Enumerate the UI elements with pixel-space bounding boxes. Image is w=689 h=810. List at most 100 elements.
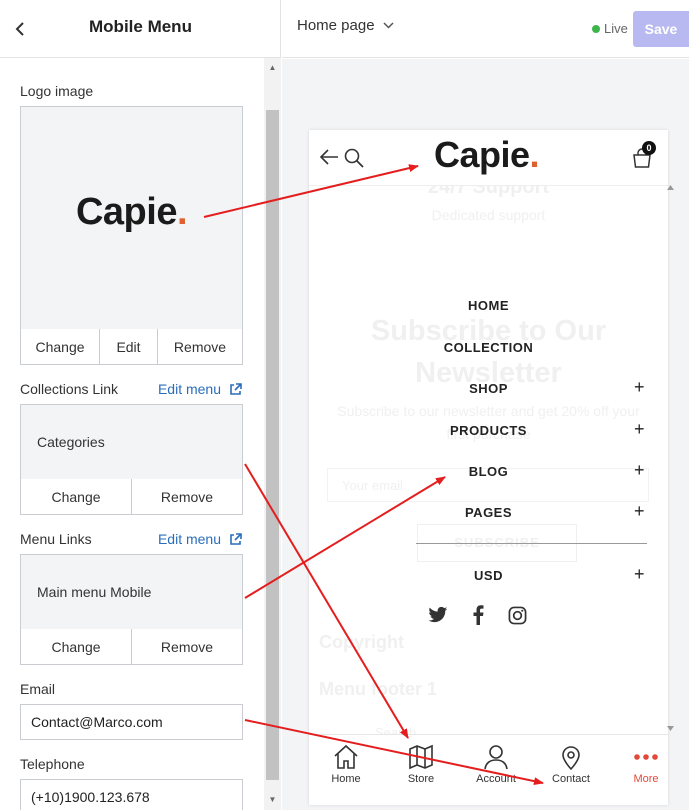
- logo-preview-box: Capie.: [20, 106, 243, 330]
- social-links: [428, 605, 527, 625]
- edit-menu-label: Edit menu: [157, 531, 221, 547]
- plus-icon[interactable]: +: [634, 419, 645, 440]
- collections-link-label: Collections Link: [20, 381, 119, 397]
- logo-change-button[interactable]: Change: [21, 329, 100, 364]
- email-label: Email: [20, 681, 56, 697]
- search-icon[interactable]: [343, 147, 365, 169]
- live-status-label: Live: [604, 21, 628, 36]
- collections-remove-button[interactable]: Remove: [132, 479, 242, 514]
- bottom-nav-store[interactable]: Store: [385, 743, 457, 785]
- menu-links-remove-button[interactable]: Remove: [132, 629, 242, 664]
- edit-menu-label: Edit menu: [157, 381, 221, 397]
- menu-links-edit-menu-link[interactable]: Edit menu: [158, 531, 242, 547]
- menu-item-label: USD: [474, 568, 503, 583]
- preview-scrollbar[interactable]: [666, 185, 675, 735]
- logo-image-label: Logo image: [20, 83, 94, 99]
- collections-actions: Change Remove: [20, 479, 243, 515]
- bottom-nav-label: Home: [331, 773, 361, 785]
- collections-link-box: Categories: [20, 404, 243, 480]
- user-icon: [484, 745, 508, 770]
- mobile-menu-item-collection[interactable]: COLLECTION: [309, 338, 668, 358]
- menu-item-label: COLLECTION: [443, 340, 534, 355]
- mobile-bottom-nav: Home Store Account Contact More: [309, 734, 668, 805]
- menu-item-label: PRODUCTS: [450, 423, 527, 438]
- facebook-icon[interactable]: [472, 605, 484, 625]
- bg-copyright: Copyright: [319, 632, 404, 652]
- mobile-menu-item-blog[interactable]: BLOG +: [309, 460, 668, 482]
- menu-links-label: Menu Links: [20, 531, 92, 547]
- twitter-icon[interactable]: [428, 606, 448, 624]
- mobile-preview: 24/7 Support Dedicated support Subscribe…: [309, 130, 668, 805]
- menu-links-value: Main menu Mobile: [37, 584, 152, 600]
- cart-count-badge: 0: [642, 141, 656, 155]
- menu-divider: [416, 543, 647, 544]
- mobile-logo[interactable]: Capie.: [434, 134, 540, 176]
- panel-title: Mobile Menu: [89, 17, 192, 36]
- panel-scroll-area: Logo image Capie. Change Edit Remove Col…: [0, 58, 264, 810]
- bg-support-sub: Dedicated support: [431, 207, 546, 223]
- more-dots-icon: [634, 754, 658, 760]
- logo-actions: Change Edit Remove: [20, 329, 243, 365]
- mobile-logo-dot: .: [529, 134, 540, 175]
- map-icon: [409, 744, 433, 770]
- preview-toolbar: Home page Live Save: [282, 0, 689, 58]
- menu-links-change-button[interactable]: Change: [21, 629, 132, 664]
- logo-remove-button[interactable]: Remove: [158, 329, 242, 364]
- location-pin-icon: [562, 746, 580, 771]
- mobile-menu-item-products[interactable]: PRODUCTS +: [309, 419, 668, 441]
- page-selector[interactable]: Home page: [297, 17, 394, 34]
- external-link-icon: [230, 382, 242, 395]
- mobile-menu-item-home[interactable]: HOME: [309, 296, 668, 316]
- collections-change-button[interactable]: Change: [21, 479, 132, 514]
- logo-word: Capie: [75, 191, 177, 233]
- bg-footer-menu: Menu footer 1: [319, 679, 438, 699]
- scroll-up-arrow-icon[interactable]: ▲: [264, 60, 281, 76]
- menu-item-label: PAGES: [464, 505, 513, 520]
- menu-item-label: HOME: [468, 298, 509, 313]
- panel-header: Mobile Menu: [0, 0, 281, 58]
- collections-link-value: Categories: [37, 434, 105, 450]
- live-dot-icon: [592, 24, 600, 33]
- plus-icon[interactable]: +: [634, 460, 645, 481]
- bottom-nav-label: Store: [407, 773, 435, 785]
- collections-edit-menu-link[interactable]: Edit menu: [158, 381, 242, 397]
- plus-icon[interactable]: +: [634, 501, 645, 522]
- scroll-down-arrow-icon[interactable]: ▼: [264, 792, 281, 808]
- mobile-logo-word: Capie: [434, 134, 530, 175]
- bottom-nav-label: More: [633, 773, 659, 785]
- menu-links-box: Main menu Mobile: [20, 554, 243, 630]
- menu-item-label: SHOP: [469, 381, 508, 396]
- bottom-nav-account[interactable]: Account: [460, 743, 532, 785]
- logo-dot: .: [176, 191, 188, 233]
- instagram-icon[interactable]: [508, 606, 527, 625]
- menu-item-label: BLOG: [468, 464, 509, 479]
- settings-panel: Mobile Menu Logo image Capie. Change Edi…: [0, 0, 281, 810]
- mobile-menu-item-currency[interactable]: USD +: [309, 564, 668, 586]
- live-status: Live: [592, 21, 628, 36]
- logo-edit-button[interactable]: Edit: [100, 329, 158, 364]
- bg-newsletter-text1: Subscribe to our newsletter and get 20% …: [337, 403, 640, 419]
- email-field[interactable]: Contact@Marco.com: [20, 704, 243, 740]
- mobile-menu-item-pages[interactable]: PAGES +: [309, 501, 668, 523]
- bottom-nav-home[interactable]: Home: [310, 743, 382, 785]
- mobile-header: Capie. 0: [309, 130, 668, 186]
- chevron-down-icon: [383, 22, 394, 29]
- bottom-nav-more[interactable]: More: [610, 743, 668, 785]
- bottom-nav-label: Account: [476, 773, 516, 785]
- save-button[interactable]: Save: [633, 11, 689, 47]
- telephone-field[interactable]: (+10)1900.123.678: [20, 779, 243, 810]
- back-arrow-icon[interactable]: [319, 148, 339, 166]
- bottom-nav-label: Contact: [552, 773, 590, 785]
- plus-icon[interactable]: +: [634, 377, 645, 398]
- home-icon: [334, 744, 358, 769]
- external-link-icon: [230, 532, 242, 545]
- mobile-menu-item-shop[interactable]: SHOP +: [309, 377, 668, 399]
- telephone-label: Telephone: [20, 756, 85, 772]
- page-selector-value: Home page: [297, 17, 375, 34]
- bottom-nav-contact[interactable]: Contact: [535, 743, 607, 785]
- logo-preview: Capie.: [21, 191, 242, 234]
- plus-icon[interactable]: +: [634, 564, 645, 585]
- menu-links-actions: Change Remove: [20, 629, 243, 665]
- panel-scrollbar[interactable]: ▲ ▼: [264, 58, 281, 810]
- scroll-thumb[interactable]: [266, 110, 279, 780]
